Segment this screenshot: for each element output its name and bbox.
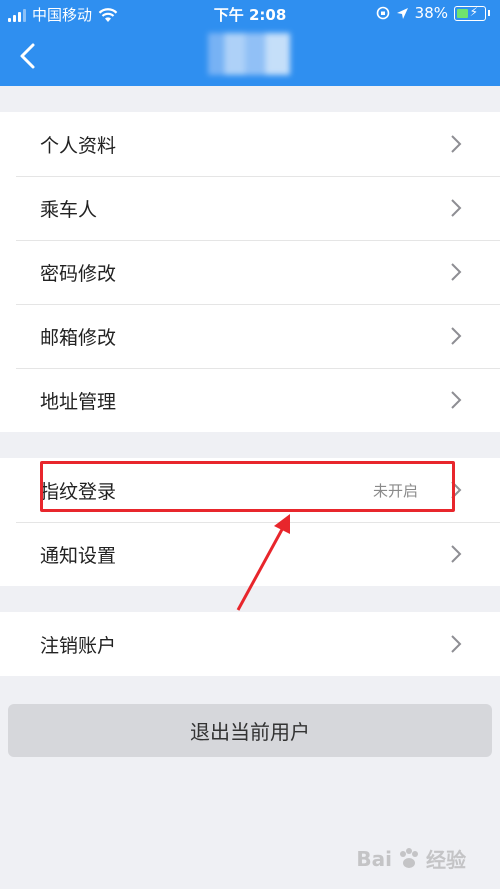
status-bar: 中国移动 下午 2:08 38% ⚡ [0, 0, 500, 27]
baidu-watermark: Bai 经验 [356, 846, 466, 873]
menu-item-change-password[interactable]: 密码修改 [0, 240, 500, 304]
menu-item-change-email[interactable]: 邮箱修改 [0, 304, 500, 368]
chevron-right-icon [451, 545, 462, 563]
security-settings-group: 指纹登录 未开启 通知设置 [0, 458, 500, 586]
account-deletion-group: 注销账户 [0, 612, 500, 676]
logout-button[interactable]: 退出当前用户 [8, 704, 492, 757]
nav-bar [0, 27, 500, 86]
menu-item-label: 通知设置 [40, 544, 117, 567]
menu-item-address-management[interactable]: 地址管理 [0, 368, 500, 432]
location-icon [396, 7, 408, 19]
chevron-right-icon [451, 327, 462, 345]
menu-item-label: 邮箱修改 [40, 326, 117, 349]
menu-item-label: 密码修改 [40, 262, 117, 285]
menu-item-label: 个人资料 [40, 134, 117, 157]
fingerprint-status-value: 未开启 [372, 481, 418, 500]
chevron-right-icon [451, 481, 462, 499]
chevron-right-icon [451, 263, 462, 281]
menu-item-label: 注销账户 [40, 634, 117, 657]
menu-item-label: 乘车人 [40, 198, 98, 221]
chevron-right-icon [451, 135, 462, 153]
menu-item-profile[interactable]: 个人资料 [0, 112, 500, 176]
back-chevron-icon[interactable] [14, 41, 44, 71]
chevron-right-icon [451, 635, 462, 653]
menu-item-fingerprint-login[interactable]: 指纹登录 未开启 [0, 458, 500, 522]
blurred-page-title [208, 33, 290, 75]
orientation-lock-icon [376, 6, 389, 20]
menu-item-label: 地址管理 [40, 390, 117, 413]
battery-icon: ⚡ [454, 5, 486, 21]
menu-item-label: 指纹登录 [40, 480, 117, 503]
account-settings-group: 个人资料 乘车人 密码修改 邮箱修改 地址管理 [0, 112, 500, 432]
chevron-right-icon [451, 391, 462, 409]
paw-logo-icon [400, 847, 418, 868]
menu-item-delete-account[interactable]: 注销账户 [0, 612, 500, 676]
battery-percent: 38% [414, 4, 448, 22]
chevron-right-icon [451, 199, 462, 217]
menu-item-passengers[interactable]: 乘车人 [0, 176, 500, 240]
menu-item-notification-settings[interactable]: 通知设置 [0, 522, 500, 586]
